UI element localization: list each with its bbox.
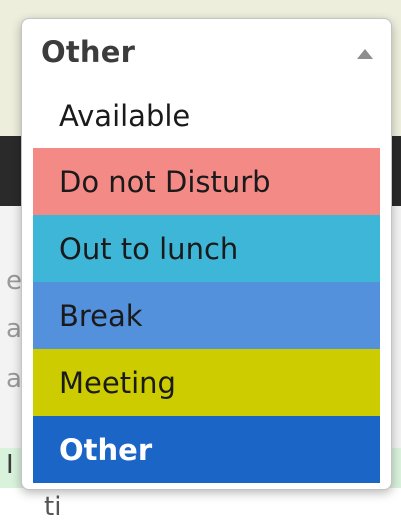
background-text-fragment: ti (44, 492, 62, 522)
dropdown-header[interactable]: Other (22, 19, 391, 85)
status-dropdown[interactable]: Other Available Do not Disturb Out to lu… (21, 18, 392, 490)
background-text-fragment: a (6, 364, 22, 394)
background-text-fragment: e (6, 266, 22, 296)
option-break[interactable]: Break (33, 282, 380, 349)
option-other[interactable]: Other (33, 416, 380, 483)
dropdown-options-list: Available Do not Disturb Out to lunch Br… (22, 83, 391, 483)
background-text-fragment: I (6, 450, 14, 480)
option-meeting[interactable]: Meeting (33, 349, 380, 416)
option-do-not-disturb[interactable]: Do not Disturb (33, 148, 380, 215)
caret-up-icon[interactable] (357, 49, 373, 59)
background-text-fragment: a (6, 314, 22, 344)
dropdown-selected-value: Other (41, 35, 136, 69)
option-out-to-lunch[interactable]: Out to lunch (33, 215, 380, 282)
option-available[interactable]: Available (33, 83, 380, 148)
